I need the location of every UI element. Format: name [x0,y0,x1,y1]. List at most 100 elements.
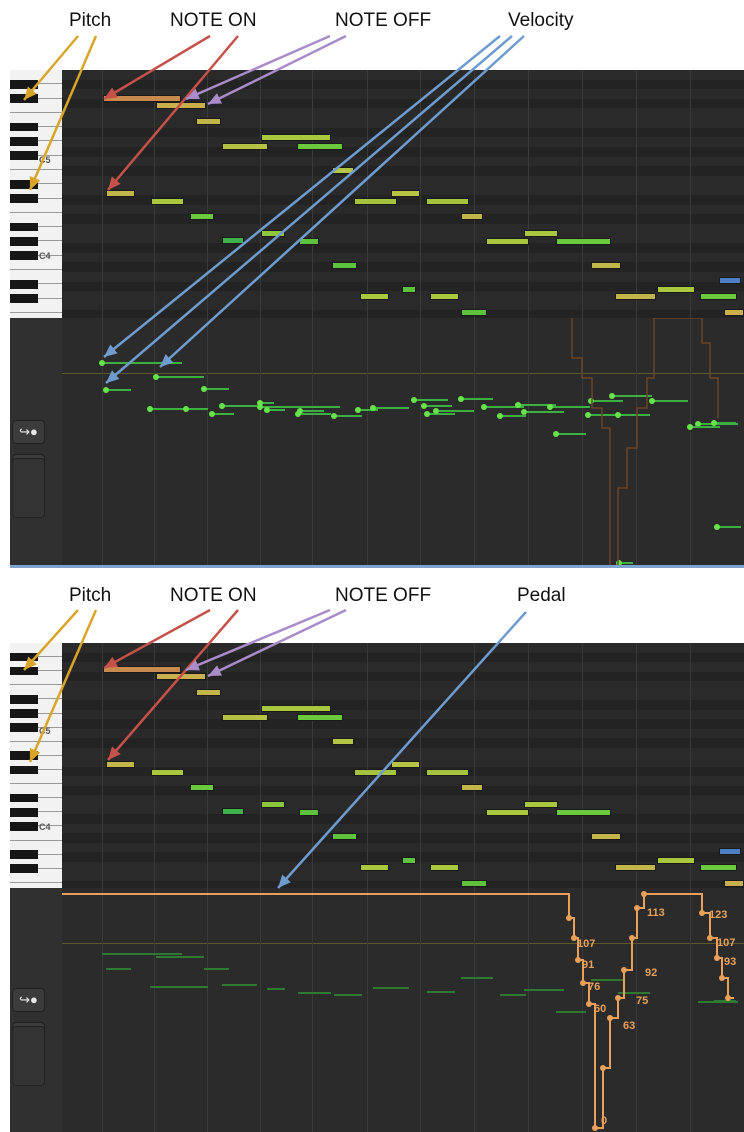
midi-note[interactable] [524,230,558,237]
midi-note[interactable] [461,309,487,316]
pedal-point[interactable] [592,1125,598,1131]
midi-note[interactable] [430,864,459,871]
midi-note[interactable] [700,864,737,871]
black-key[interactable] [10,694,38,704]
black-key[interactable] [10,194,38,203]
midi-note[interactable] [556,238,611,245]
midi-note[interactable] [297,714,343,721]
midi-note[interactable] [360,864,389,871]
midi-note[interactable] [222,714,268,721]
pedal-lane[interactable]: 107 91 76 60 0 63 75 92 113 123 107 93 [62,888,744,1132]
midi-note[interactable] [196,118,221,125]
pedal-point[interactable] [586,1001,592,1007]
midi-note[interactable] [591,833,621,840]
midi-note[interactable] [261,134,331,141]
midi-note[interactable] [615,864,656,871]
midi-note[interactable] [332,167,354,174]
pedal-point[interactable] [580,980,586,986]
midi-note[interactable] [461,880,487,887]
pedal-point[interactable] [566,915,572,921]
pedal-point[interactable] [641,891,647,897]
midi-note[interactable] [106,761,135,768]
midi-note[interactable] [151,198,184,205]
midi-note[interactable] [486,238,529,245]
midi-note[interactable] [724,880,744,887]
midi-note[interactable] [106,190,135,197]
midi-note[interactable] [299,238,319,245]
midi-note[interactable] [332,833,357,840]
keyboard[interactable] [10,70,62,320]
midi-note[interactable] [360,293,389,300]
midi-note[interactable] [556,809,611,816]
midi-note[interactable] [391,761,420,768]
black-key[interactable] [10,79,38,89]
midi-note[interactable] [297,143,343,150]
black-key[interactable] [10,151,38,160]
midi-note[interactable] [354,198,397,205]
black-key[interactable] [10,821,38,831]
midi-note[interactable] [299,809,319,816]
black-key[interactable] [10,751,38,761]
black-key[interactable] [10,136,38,146]
midi-note[interactable] [222,237,244,244]
midi-note[interactable] [426,198,469,205]
black-key[interactable] [10,94,38,103]
midi-note[interactable] [591,262,621,269]
black-key[interactable] [10,294,38,303]
pedal-point[interactable] [699,910,705,916]
midi-note[interactable] [190,784,214,791]
note-grid[interactable] [62,70,744,320]
midi-note[interactable] [103,666,181,673]
velocity-lane[interactable] [62,318,744,566]
midi-note[interactable] [657,857,695,864]
pedal-point[interactable] [621,967,627,973]
midi-note[interactable] [426,769,469,776]
pedal-curve[interactable]: 107 91 76 60 0 63 75 92 113 123 107 93 [62,888,744,1132]
midi-note[interactable] [196,689,221,696]
black-key[interactable] [10,279,38,289]
pedal-point[interactable] [714,955,720,961]
midi-note[interactable] [615,293,656,300]
midi-note[interactable] [461,784,483,791]
midi-note[interactable] [103,95,181,102]
black-key[interactable] [10,765,38,775]
black-key[interactable] [10,251,38,260]
pedal-point[interactable] [575,957,581,963]
midi-note[interactable] [486,809,529,816]
keyboard[interactable] [10,643,62,890]
pedal-point[interactable] [725,995,731,1001]
midi-note[interactable] [222,143,268,150]
black-key[interactable] [10,793,38,803]
midi-note[interactable] [391,190,420,197]
midi-note[interactable] [524,801,558,808]
pedal-point[interactable] [719,975,725,981]
black-key[interactable] [10,807,38,817]
black-key[interactable] [10,850,38,859]
black-key[interactable] [10,864,38,874]
black-key[interactable] [10,236,38,246]
black-key[interactable] [10,179,38,189]
midi-note[interactable] [332,738,354,745]
midi-note[interactable] [354,769,397,776]
midi-note[interactable] [332,262,357,269]
midi-note[interactable] [261,801,285,808]
midi-note[interactable] [151,769,184,776]
midi-note[interactable] [261,230,285,237]
midi-note[interactable] [724,309,744,316]
pedal-point[interactable] [607,1015,613,1021]
midi-note[interactable] [719,277,741,284]
midi-note[interactable] [261,705,331,712]
black-key[interactable] [10,709,38,718]
midi-note[interactable] [222,808,244,815]
black-key[interactable] [10,666,38,676]
midi-note[interactable] [700,293,737,300]
midi-note[interactable] [402,857,416,864]
pedal-point[interactable] [707,935,713,941]
midi-note[interactable] [461,213,483,220]
black-key[interactable] [10,222,38,232]
midi-note[interactable] [156,673,206,680]
pedal-point[interactable] [615,995,621,1001]
curved-arrow-icon[interactable]: ↪● [12,988,45,1012]
curved-arrow-icon[interactable]: ↪● [12,420,45,444]
note-grid[interactable] [62,643,744,890]
